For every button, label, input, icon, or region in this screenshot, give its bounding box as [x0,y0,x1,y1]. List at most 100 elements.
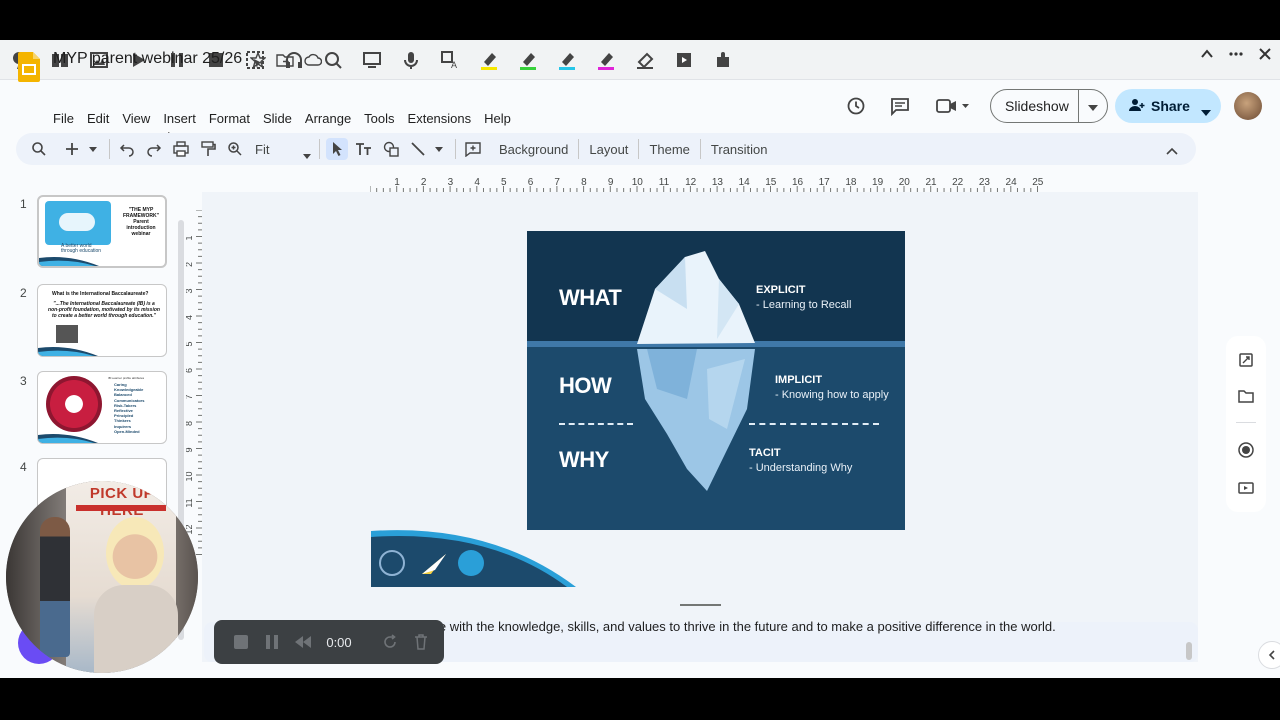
slide-number: 2 [20,286,27,300]
keep-notes-icon[interactable] [1236,350,1256,370]
person-left [40,517,70,657]
hide-menus-icon[interactable] [1166,143,1178,158]
slides-app: A MYP parent webinar 25/26 File Edit Vie… [0,40,1280,678]
menu-format[interactable]: Format [209,111,250,126]
star-icon[interactable] [249,51,267,73]
more-options-icon[interactable] [1228,47,1244,66]
ruler-label: 5 [501,177,507,188]
add-comment-icon[interactable] [462,138,484,160]
translate-icon[interactable]: A [437,47,463,73]
thumb-2-wave [38,347,98,356]
side-panel [1226,336,1266,512]
thumb-2-photo [56,325,78,343]
thumb-1-bottom-text: A better world through education [61,243,102,254]
slides-logo-icon[interactable] [18,52,40,82]
ruler-label: 1 [394,177,400,188]
slide-thumbnail-2[interactable]: What is the International Baccalaureate?… [37,284,167,357]
menu-help[interactable]: Help [484,111,511,126]
menu-slide[interactable]: Slide [263,111,292,126]
menu-view[interactable]: View [122,111,150,126]
line-icon[interactable] [407,138,429,160]
menu-edit[interactable]: Edit [87,111,109,126]
microphone-icon[interactable] [398,47,424,73]
paper-plane-icon [421,552,447,581]
line-dropdown-icon[interactable] [434,138,444,160]
menu-arrange[interactable]: Arrange [305,111,351,126]
highlighter-cyan-icon[interactable] [554,47,580,73]
menu-tools[interactable]: Tools [364,111,394,126]
meet-camera-icon[interactable] [935,96,969,121]
ruler-label: 4 [474,177,480,188]
ruler-label: 5 [186,341,194,346]
ruler-label: 15 [765,177,777,188]
select-cursor-icon[interactable] [326,138,348,160]
slideshow-button[interactable]: Slideshow [990,89,1108,123]
notes-resize-handle[interactable] [680,604,721,606]
ruler-label: 4 [186,315,194,320]
person-icon [1115,98,1151,115]
restart-icon[interactable] [382,633,399,651]
recording-timer: 0:00 [326,634,352,650]
slide-number: 1 [20,197,27,211]
svg-text:A: A [451,60,457,70]
search-voice-icon[interactable] [320,47,346,73]
label-implicit: IMPLICIT [775,374,823,386]
avatar[interactable] [1234,92,1262,120]
label-implicit-sub: - Knowing how to apply [775,389,889,401]
slide-thumbnail-1[interactable]: A better world through education "THE MY… [37,195,167,268]
cloud-saved-icon[interactable] [304,52,323,73]
highlighter-green-icon[interactable] [515,47,541,73]
video-recorder-icon[interactable] [1236,478,1256,498]
export-icon[interactable] [671,47,697,73]
iceberg-diagram[interactable]: WHAT EXPLICIT - Learning to Recall HOW I… [527,231,905,530]
theme-button[interactable]: Theme [639,142,699,157]
slide-thumbnail-3[interactable]: IB Learner profile attributes Caring Kno… [37,371,167,444]
menu-insert[interactable]: Insert [163,111,196,126]
delete-recording-icon[interactable] [413,633,430,651]
stop-recording-icon[interactable] [232,633,249,651]
zoom-icon[interactable] [224,138,246,160]
share-dropdown-icon[interactable] [1201,103,1211,119]
text-box-icon[interactable] [353,138,375,160]
ruler-label: 23 [979,177,991,188]
folder-icon[interactable] [1236,386,1256,406]
collapse-toolbar-icon[interactable] [1200,47,1214,66]
slideshow-dropdown-icon[interactable] [1079,98,1098,114]
background-button[interactable]: Background [489,142,578,157]
ruler-label: 7 [186,394,194,399]
paint-format-icon[interactable] [197,138,219,160]
transition-button[interactable]: Transition [701,142,778,157]
puzzle-icon[interactable] [710,47,736,73]
share-button[interactable]: Share [1115,89,1221,123]
notes-scrollbar[interactable] [1186,642,1192,660]
collapse-panel-icon[interactable] [1258,641,1280,669]
document-title[interactable]: MYP parent webinar 25/26 [53,50,242,68]
menu-extensions[interactable]: Extensions [408,111,472,126]
close-icon[interactable] [1258,47,1272,66]
comments-icon[interactable] [890,96,910,121]
shape-icon[interactable] [380,138,402,160]
zoom-select[interactable]: Fit [251,142,313,159]
record-icon[interactable] [1236,440,1256,460]
thumb-3-flower [46,376,102,432]
highlighter-yellow-icon[interactable] [476,47,502,73]
label-tacit: TACIT [749,447,781,459]
slideshow-label[interactable]: Slideshow [991,90,1079,122]
screen-icon[interactable] [359,47,385,73]
person-body [94,585,178,673]
ruler-label: 10 [186,471,194,481]
version-history-icon[interactable] [846,96,866,121]
thumb-1-title: "THE MYP FRAMEWORK" Parent introduction … [115,207,165,237]
highlighter-magenta-icon[interactable] [593,47,619,73]
rewind-icon[interactable] [294,633,312,651]
ruler-label: 17 [819,177,831,188]
webcam-overlay[interactable]: PICK UP HERE [6,481,198,673]
move-folder-icon[interactable] [276,52,294,73]
label-how: HOW [559,373,612,398]
menu-file[interactable]: File [53,111,74,126]
ruler-label: 8 [581,177,587,188]
eraser-icon[interactable] [632,47,658,73]
label-explicit: EXPLICIT [756,284,806,296]
layout-button[interactable]: Layout [579,142,638,157]
pause-recording-icon[interactable] [263,633,280,651]
